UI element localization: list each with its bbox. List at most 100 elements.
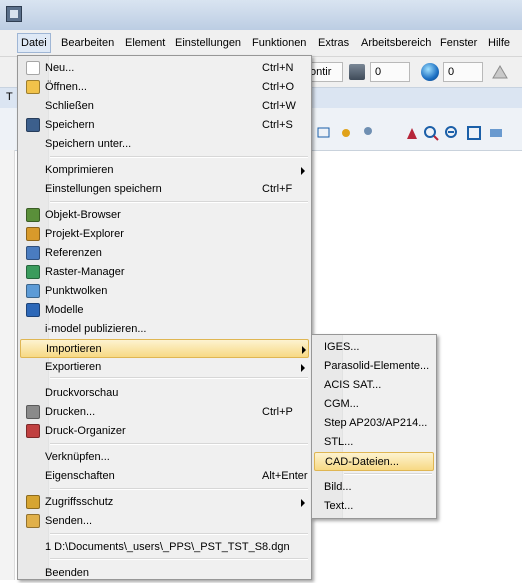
menu-item-label: 1 D:\Documents\_users\_PPS\_PST_TST_S8.d…	[45, 541, 290, 553]
file-menu-item[interactable]: i-model publizieren...	[20, 320, 309, 339]
import-menu-item[interactable]: Step AP203/AP214...	[314, 414, 434, 433]
menu-arbeitsbereich[interactable]: Arbeitsbereich	[361, 36, 431, 50]
menu-item-label: Step AP203/AP214...	[324, 417, 428, 429]
menu-bar: Datei Bearbeiten Element Einstellungen F…	[0, 30, 522, 57]
menu-item-label: Komprimieren	[45, 164, 114, 176]
import-menu-item[interactable]: Parasolid-Elemente...	[314, 357, 434, 376]
menu-item-label: Drucken...	[45, 406, 96, 418]
file-menu-item[interactable]: Objekt-Browser	[20, 206, 309, 225]
lock-icon	[26, 495, 40, 509]
menu-item-label: IGES...	[324, 341, 360, 353]
app-icon	[6, 6, 22, 22]
file-menu: Neu... Ctrl+N Öffnen... Ctrl+O Schließen Ctrl…	[17, 55, 312, 580]
file-menu-item[interactable]: Öffnen... Ctrl+O	[20, 78, 309, 97]
file-menu-item[interactable]: Speichern unter...	[20, 135, 309, 154]
print-organizer-icon	[26, 424, 40, 438]
file-menu-item[interactable]: Projekt-Explorer	[20, 225, 309, 244]
menu-fenster[interactable]: Fenster	[440, 36, 477, 50]
import-menu-item[interactable]: STL...	[314, 433, 434, 452]
tab-fragment: T	[6, 91, 13, 103]
menu-item-label: Zugriffsschutz	[45, 496, 114, 508]
view-globe-icon[interactable]	[421, 63, 439, 81]
file-menu-item[interactable]: Speichern Ctrl+S	[20, 116, 309, 135]
menu-item-shortcut: Ctrl+S	[262, 119, 293, 131]
raster-manager-icon	[26, 265, 40, 279]
import-submenu: IGES... Parasolid-Elemente... ACIS SAT... C…	[311, 334, 437, 519]
printer-icon	[26, 405, 40, 419]
menu-separator	[50, 156, 308, 158]
menu-item-label: Speichern unter...	[45, 138, 132, 150]
menu-item-label: Parasolid-Elemente...	[324, 360, 430, 372]
submenu-arrow-icon	[301, 364, 305, 372]
submenu-arrow-icon	[301, 167, 305, 175]
file-menu-item[interactable]: Druck-Organizer	[20, 422, 309, 441]
file-menu-item[interactable]: Verknüpfen...	[20, 448, 309, 467]
menu-item-label: Text...	[324, 500, 354, 512]
file-menu-item[interactable]: Exportieren	[20, 358, 309, 377]
menu-item-label: Eigenschaften	[45, 470, 115, 482]
menu-element[interactable]: Element	[125, 36, 165, 50]
import-menu-item[interactable]: CGM...	[314, 395, 434, 414]
menu-item-label: Druck-Organizer	[45, 425, 126, 437]
star-snap-icon[interactable]	[338, 125, 354, 141]
file-menu-item[interactable]: Senden...	[20, 512, 309, 531]
menu-item-label: CAD-Dateien...	[325, 456, 399, 468]
file-menu-item[interactable]: Komprimieren	[20, 161, 309, 180]
file-menu-item[interactable]: Schließen Ctrl+W	[20, 97, 309, 116]
fence-icon[interactable]	[316, 125, 332, 141]
menu-item-label: Beenden	[45, 567, 90, 579]
file-menu-item[interactable]: Referenzen	[20, 244, 309, 263]
menu-separator	[50, 201, 308, 203]
file-menu-item[interactable]: Eigenschaften Alt+Enter	[20, 467, 309, 486]
menu-item-label: Referenzen	[45, 247, 102, 259]
file-menu-item[interactable]: Beenden	[20, 564, 309, 583]
menu-item-label: Senden...	[45, 515, 93, 527]
menu-item-label: Raster-Manager	[45, 266, 125, 278]
file-menu-item[interactable]: Modelle	[20, 301, 309, 320]
menu-einstellungen[interactable]: Einstellungen	[175, 36, 241, 50]
file-menu-item[interactable]: Neu... Ctrl+N	[20, 59, 309, 78]
import-menu-item[interactable]: IGES...	[314, 338, 434, 357]
zoom-in-icon[interactable]	[404, 125, 420, 141]
menu-item-label: Verknüpfen...	[45, 451, 110, 463]
menu-funktionen[interactable]: Funktionen	[252, 36, 306, 50]
triangle-icon[interactable]	[492, 64, 508, 80]
point-cloud-icon	[26, 284, 40, 298]
level-combo[interactable]: 0	[370, 62, 410, 82]
file-menu-item[interactable]: Zugriffsschutz	[20, 493, 309, 512]
file-menu-item[interactable]: 1 D:\Documents\_users\_PPS\_PST_TST_S8.d…	[20, 538, 309, 557]
person-icon[interactable]	[360, 125, 376, 141]
import-menu-item[interactable]: ACIS SAT...	[314, 376, 434, 395]
pan-icon[interactable]	[466, 125, 482, 141]
menu-item-label: CGM...	[324, 398, 359, 410]
level-value: 0	[375, 66, 382, 78]
active-attribute-value: ontir	[310, 66, 332, 78]
submenu-arrow-icon	[302, 346, 306, 354]
send-icon	[26, 514, 40, 528]
menu-item-shortcut: Ctrl+F	[262, 183, 293, 195]
file-menu-item[interactable]: Druckvorschau	[20, 384, 309, 403]
zoom-out-icon[interactable]	[423, 125, 439, 141]
import-menu-item[interactable]: Text...	[314, 497, 434, 516]
menu-item-label: Schließen	[45, 100, 94, 112]
file-menu-item[interactable]: Raster-Manager	[20, 263, 309, 282]
references-icon	[26, 246, 40, 260]
import-menu-item[interactable]: CAD-Dateien...	[314, 452, 434, 471]
menu-item-shortcut: Ctrl+P	[262, 406, 293, 418]
file-menu-item[interactable]: Einstellungen speichern Ctrl+F	[20, 180, 309, 199]
color-combo[interactable]: 0	[443, 62, 483, 82]
fit-view-icon[interactable]	[444, 125, 460, 141]
menu-extras[interactable]: Extras	[318, 36, 349, 50]
rotate-view-icon[interactable]	[488, 125, 504, 141]
menu-separator	[50, 377, 308, 379]
menu-hilfe[interactable]: Hilfe	[488, 36, 510, 50]
file-menu-item[interactable]: Punktwolken	[20, 282, 309, 301]
menu-item-label: ACIS SAT...	[324, 379, 382, 391]
file-menu-item[interactable]: Importieren	[20, 339, 309, 358]
layers-icon[interactable]	[349, 64, 365, 80]
save-disk-icon	[26, 118, 40, 132]
menu-bearbeiten[interactable]: Bearbeiten	[61, 36, 114, 50]
import-menu-item[interactable]: Bild...	[314, 478, 434, 497]
menu-datei[interactable]: Datei	[17, 33, 51, 53]
file-menu-item[interactable]: Drucken... Ctrl+P	[20, 403, 309, 422]
